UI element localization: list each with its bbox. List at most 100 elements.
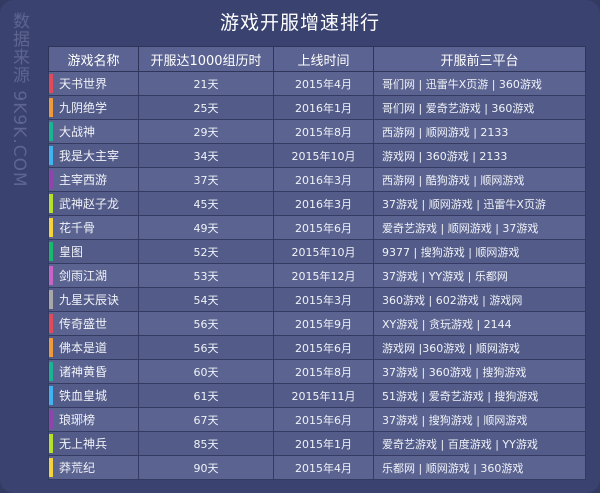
launch-date-cell: 2016年3月 xyxy=(273,167,374,192)
game-name: 莽荒纪 xyxy=(59,461,96,475)
game-name-cell: 剑雨江湖 xyxy=(48,263,139,288)
game-name-cell: 皇图 xyxy=(48,239,139,264)
game-name: 无上神兵 xyxy=(59,437,108,451)
color-bar-marker xyxy=(49,218,53,237)
game-name-cell: 九阴绝学 xyxy=(48,95,139,120)
game-name: 传奇盛世 xyxy=(59,317,108,331)
color-bar-marker xyxy=(49,98,53,117)
table-row: 武神赵子龙 45天 2016年3月 37游戏 | 顺网游戏 | 迅雷牛X页游 xyxy=(48,191,586,216)
days-cell: 53天 xyxy=(138,263,274,288)
days-cell: 90天 xyxy=(138,455,274,480)
days-cell: 21天 xyxy=(138,71,274,96)
color-bar-marker xyxy=(49,410,53,429)
table-row: 无上神兵 85天 2015年1月 爱奇艺游戏 | 百度游戏 | YY游戏 xyxy=(48,431,586,456)
game-name-cell: 花千骨 xyxy=(48,215,139,240)
launch-date-cell: 2016年3月 xyxy=(273,191,374,216)
game-name: 诸神黄昏 xyxy=(59,365,108,379)
platforms-cell: 爱奇艺游戏 | 顺网游戏 | 37游戏 xyxy=(373,215,586,240)
color-bar-marker xyxy=(49,338,53,357)
launch-date-cell: 2015年11月 xyxy=(273,383,374,408)
days-cell: 45天 xyxy=(138,191,274,216)
table-row: 花千骨 49天 2015年6月 爱奇艺游戏 | 顺网游戏 | 37游戏 xyxy=(48,215,586,240)
launch-date-cell: 2015年4月 xyxy=(273,455,374,480)
platforms-cell: 西游网 | 酷狗游戏 | 顺网游戏 xyxy=(373,167,586,192)
platforms-cell: 360游戏 | 602游戏 | 游戏网 xyxy=(373,287,586,312)
game-name-cell: 九星天辰诀 xyxy=(48,287,139,312)
table-row: 天书世界 21天 2015年4月 哥们网 | 迅雷牛X页游 | 360游戏 xyxy=(48,71,586,96)
header-game-name: 游戏名称 xyxy=(48,46,139,72)
platforms-cell: 哥们网 | 爱奇艺游戏 | 360游戏 xyxy=(373,95,586,120)
table-row: 铁血皇城 61天 2015年11月 51游戏 | 爱奇艺游戏 | 搜狗游戏 xyxy=(48,383,586,408)
color-bar-marker xyxy=(49,266,53,285)
platforms-cell: 乐都网 | 顺网游戏 | 360游戏 xyxy=(373,455,586,480)
launch-date-cell: 2015年6月 xyxy=(273,407,374,432)
table-row: 琅琊榜 67天 2015年6月 37游戏 | 搜狗游戏 | 顺网游戏 xyxy=(48,407,586,432)
launch-date-cell: 2015年8月 xyxy=(273,119,374,144)
launch-date-cell: 2015年6月 xyxy=(273,335,374,360)
color-bar-marker xyxy=(49,122,53,141)
game-name-cell: 武神赵子龙 xyxy=(48,191,139,216)
game-name: 皇图 xyxy=(59,245,84,259)
days-cell: 56天 xyxy=(138,311,274,336)
game-name: 天书世界 xyxy=(59,77,108,91)
launch-date-cell: 2015年3月 xyxy=(273,287,374,312)
header-launch-date: 上线时间 xyxy=(273,46,374,72)
color-bar-marker xyxy=(49,434,53,453)
header-days: 开服达1000组历时 xyxy=(138,46,274,72)
header-platforms: 开服前三平台 xyxy=(373,46,586,72)
color-bar-marker xyxy=(49,386,53,405)
color-bar-marker xyxy=(49,74,53,93)
table-row: 剑雨江湖 53天 2015年12月 37游戏 | YY游戏 | 乐都网 xyxy=(48,263,586,288)
table-row: 大战神 29天 2015年8月 西游网 | 顺网游戏 | 2133 xyxy=(48,119,586,144)
game-name-cell: 主宰西游 xyxy=(48,167,139,192)
launch-date-cell: 2015年12月 xyxy=(273,263,374,288)
days-cell: 61天 xyxy=(138,383,274,408)
table-row: 诸神黄昏 60天 2015年8月 37游戏 | 360游戏 | 搜狗游戏 xyxy=(48,359,586,384)
platforms-cell: 37游戏 | 搜狗游戏 | 顺网游戏 xyxy=(373,407,586,432)
days-cell: 52天 xyxy=(138,239,274,264)
launch-date-cell: 2016年1月 xyxy=(273,95,374,120)
game-name: 佛本是道 xyxy=(59,341,108,355)
watermark: 数据来源 9K9K.COM xyxy=(9,12,29,188)
platforms-cell: 37游戏 | 360游戏 | 搜狗游戏 xyxy=(373,359,586,384)
game-name: 花千骨 xyxy=(59,221,96,235)
days-cell: 34天 xyxy=(138,143,274,168)
table-row: 主宰西游 37天 2016年3月 西游网 | 酷狗游戏 | 顺网游戏 xyxy=(48,167,586,192)
table-row: 莽荒纪 90天 2015年4月 乐都网 | 顺网游戏 | 360游戏 xyxy=(48,455,586,480)
game-name-cell: 琅琊榜 xyxy=(48,407,139,432)
launch-date-cell: 2015年10月 xyxy=(273,143,374,168)
game-name-cell: 铁血皇城 xyxy=(48,383,139,408)
days-cell: 60天 xyxy=(138,359,274,384)
platforms-cell: XY游戏 | 贪玩游戏 | 2144 xyxy=(373,311,586,336)
game-name: 九阴绝学 xyxy=(59,101,108,115)
game-name: 铁血皇城 xyxy=(59,389,108,403)
game-name-cell: 诸神黄昏 xyxy=(48,359,139,384)
color-bar-marker xyxy=(49,194,53,213)
game-name: 剑雨江湖 xyxy=(59,269,108,283)
launch-date-cell: 2015年10月 xyxy=(273,239,374,264)
table-row: 传奇盛世 56天 2015年9月 XY游戏 | 贪玩游戏 | 2144 xyxy=(48,311,586,336)
game-name: 琅琊榜 xyxy=(59,413,96,427)
days-cell: 85天 xyxy=(138,431,274,456)
game-name: 武神赵子龙 xyxy=(59,197,120,211)
launch-date-cell: 2015年9月 xyxy=(273,311,374,336)
days-cell: 25天 xyxy=(138,95,274,120)
color-bar-marker xyxy=(49,170,53,189)
platforms-cell: 游戏网 | 360游戏 | 2133 xyxy=(373,143,586,168)
launch-date-cell: 2015年4月 xyxy=(273,71,374,96)
days-cell: 49天 xyxy=(138,215,274,240)
platforms-cell: 37游戏 | YY游戏 | 乐都网 xyxy=(373,263,586,288)
game-name-cell: 我是大主宰 xyxy=(48,143,139,168)
days-cell: 56天 xyxy=(138,335,274,360)
color-bar-marker xyxy=(49,146,53,165)
color-bar-marker xyxy=(49,314,53,333)
game-name: 我是大主宰 xyxy=(59,149,120,163)
platforms-cell: 9377 | 搜狗游戏 | 顺网游戏 xyxy=(373,239,586,264)
color-bar-marker xyxy=(49,458,53,477)
launch-date-cell: 2015年1月 xyxy=(273,431,374,456)
table-row: 皇图 52天 2015年10月 9377 | 搜狗游戏 | 顺网游戏 xyxy=(48,239,586,264)
game-name-cell: 大战神 xyxy=(48,119,139,144)
game-name: 九星天辰诀 xyxy=(59,293,120,307)
table-row: 佛本是道 56天 2015年6月 游戏网 |360游戏 | 顺网游戏 xyxy=(48,335,586,360)
table-row: 九星天辰诀 54天 2015年3月 360游戏 | 602游戏 | 游戏网 xyxy=(48,287,586,312)
